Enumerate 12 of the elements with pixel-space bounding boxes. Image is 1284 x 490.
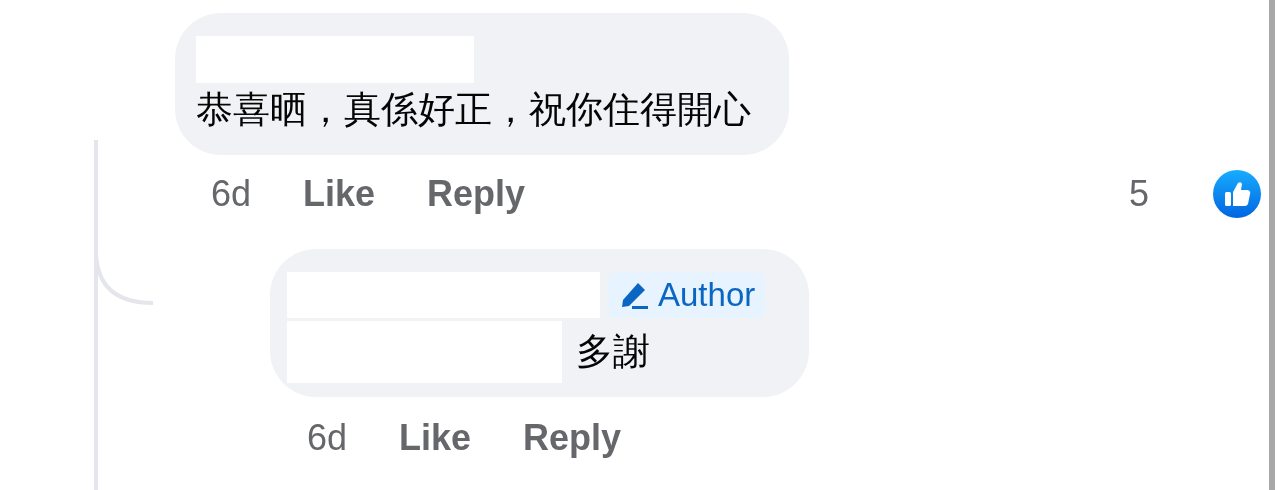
like-reaction-icon [1213,170,1261,218]
action-link[interactable]: Like [303,173,376,215]
action-link[interactable]: Reply [427,173,526,215]
comment-text: 恭喜晒，真係好正，祝你住得開心 [196,88,751,132]
action-link[interactable]: Reply [523,417,622,459]
reaction-count: 5 [1128,173,1149,215]
action-link[interactable]: Like [399,417,472,459]
timestamp: 6d [211,173,252,215]
timestamp: 6d [307,417,348,459]
author-badge: Author [608,272,766,318]
reply-text: 多謝 [576,330,650,374]
scrollbar[interactable] [1269,0,1275,490]
